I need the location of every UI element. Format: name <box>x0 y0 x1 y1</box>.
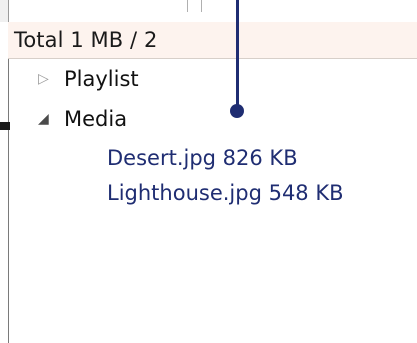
tree-leaf-label: Lighthouse.jpg 548 KB <box>107 181 344 205</box>
window-frame-corner <box>0 0 9 22</box>
tree-leaf-label: Desert.jpg 826 KB <box>107 146 298 170</box>
tree-leaf-desert[interactable]: Desert.jpg 826 KB <box>107 145 298 170</box>
tree-node-media[interactable]: ◢ Media <box>38 106 127 131</box>
media-tree-window: Total 1 MB / 2 ▷ Playlist ◢ Media Desert.j… <box>0 0 417 343</box>
tree-node-label: Media <box>64 107 128 131</box>
tree-leaf-lighthouse[interactable]: Lighthouse.jpg 548 KB <box>107 180 344 205</box>
total-size-label: Total 1 MB / 2 <box>14 28 158 52</box>
annotation-pointer-dot <box>230 104 244 118</box>
tree-node-playlist[interactable]: ▷ Playlist <box>38 66 139 91</box>
triangle-down-icon[interactable]: ◢ <box>38 111 56 127</box>
triangle-right-icon[interactable]: ▷ <box>38 71 56 87</box>
tree-node-label: Playlist <box>64 67 139 91</box>
window-frame-divider <box>187 0 188 12</box>
annotation-pointer-line <box>236 0 239 110</box>
splitter-handle[interactable] <box>0 122 10 130</box>
window-frame-divider <box>201 0 202 12</box>
